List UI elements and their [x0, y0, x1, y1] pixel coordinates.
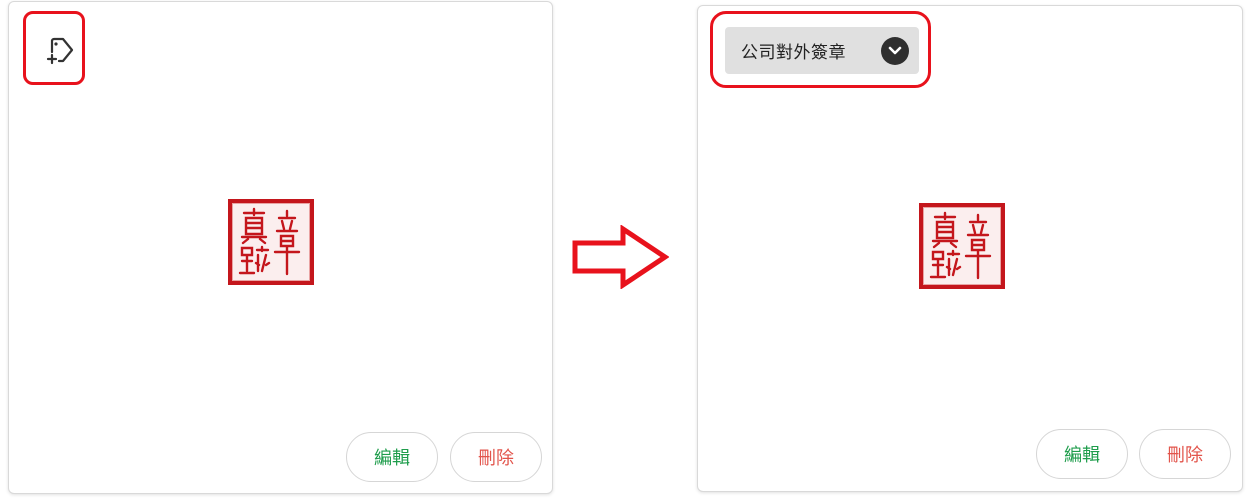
seal-card-after: 公司對外簽章 編輯 刪除 — [697, 5, 1243, 492]
right-arrow-icon — [572, 225, 669, 289]
delete-button[interactable]: 刪除 — [450, 432, 542, 482]
edit-button[interactable]: 編輯 — [346, 432, 438, 482]
seal-stamp-image — [919, 203, 1005, 289]
delete-button[interactable]: 刪除 — [1139, 429, 1231, 479]
tag-chip-label: 公司對外簽章 — [741, 43, 846, 63]
tag-plus-icon — [46, 37, 74, 65]
tag-chip[interactable]: 公司對外簽章 — [725, 27, 919, 74]
seal-card-before: 編輯 刪除 — [8, 1, 553, 494]
seal-stamp-image — [228, 199, 314, 285]
add-tag-button[interactable] — [39, 31, 79, 71]
chevron-down-circle-icon[interactable] — [881, 36, 909, 65]
edit-button[interactable]: 編輯 — [1036, 429, 1128, 479]
